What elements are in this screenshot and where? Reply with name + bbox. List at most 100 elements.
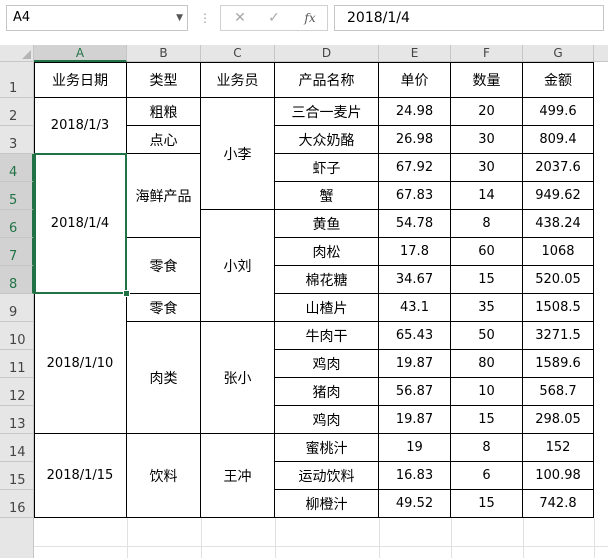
row-header-16[interactable]: 16 — [0, 490, 34, 518]
salesperson-cell[interactable]: 小李 — [201, 98, 275, 210]
header-cell-amount[interactable]: 金额 — [523, 62, 594, 98]
column-header-b[interactable]: B — [127, 45, 201, 62]
amount-cell[interactable]: 809.4 — [523, 126, 594, 154]
amount-cell[interactable]: 298.05 — [523, 406, 594, 434]
price-cell[interactable]: 19.87 — [379, 406, 451, 434]
qty-cell[interactable]: 30 — [451, 126, 523, 154]
row-header-5[interactable]: 5 — [0, 182, 34, 210]
date-cell[interactable]: 2018/1/3 — [34, 98, 127, 154]
qty-cell[interactable]: 14 — [451, 182, 523, 210]
qty-cell[interactable]: 60 — [451, 238, 523, 266]
product-cell[interactable]: 鸡肉 — [275, 350, 379, 378]
header-cell-date[interactable]: 业务日期 — [34, 62, 127, 98]
product-cell[interactable]: 棉花糖 — [275, 266, 379, 294]
price-cell[interactable]: 49.52 — [379, 490, 451, 518]
column-header-a[interactable]: A — [34, 45, 127, 62]
price-cell[interactable]: 19 — [379, 434, 451, 462]
header-cell-qty[interactable]: 数量 — [451, 62, 523, 98]
product-cell[interactable]: 柳橙汁 — [275, 490, 379, 518]
qty-cell[interactable]: 15 — [451, 490, 523, 518]
product-cell[interactable]: 牛肉干 — [275, 322, 379, 350]
amount-cell[interactable]: 1068 — [523, 238, 594, 266]
salesperson-cell[interactable]: 王冲 — [201, 434, 275, 518]
column-header-e[interactable]: E — [379, 45, 451, 62]
date-cell[interactable]: 2018/1/15 — [34, 434, 127, 518]
product-cell[interactable]: 虾子 — [275, 154, 379, 182]
row-header-12[interactable]: 12 — [0, 378, 34, 406]
row-header-6[interactable]: 6 — [0, 210, 34, 238]
header-cell-type[interactable]: 类型 — [127, 62, 201, 98]
price-cell[interactable]: 56.87 — [379, 378, 451, 406]
price-cell[interactable]: 65.43 — [379, 322, 451, 350]
qty-cell[interactable]: 30 — [451, 154, 523, 182]
confirm-icon[interactable]: ✓ — [259, 6, 289, 30]
price-cell[interactable]: 17.8 — [379, 238, 451, 266]
column-header-d[interactable]: D — [275, 45, 379, 62]
row-header-9[interactable]: 9 — [0, 294, 34, 322]
salesperson-cell[interactable]: 小刘 — [201, 210, 275, 322]
price-cell[interactable]: 16.83 — [379, 462, 451, 490]
amount-cell[interactable]: 1589.6 — [523, 350, 594, 378]
product-cell[interactable]: 肉松 — [275, 238, 379, 266]
row-header-13[interactable]: 13 — [0, 406, 34, 434]
type-cell[interactable]: 点心 — [127, 126, 201, 154]
qty-cell[interactable]: 6 — [451, 462, 523, 490]
amount-cell[interactable]: 100.98 — [523, 462, 594, 490]
type-cell[interactable]: 海鲜产品 — [127, 154, 201, 238]
amount-cell[interactable]: 499.6 — [523, 98, 594, 126]
amount-cell[interactable]: 438.24 — [523, 210, 594, 238]
amount-cell[interactable]: 742.8 — [523, 490, 594, 518]
date-cell[interactable]: 2018/1/10 — [34, 294, 127, 434]
column-header-f[interactable]: F — [451, 45, 523, 62]
row-header-3[interactable]: 3 — [0, 126, 34, 154]
amount-cell[interactable]: 3271.5 — [523, 322, 594, 350]
name-box[interactable]: A4 ▼ — [6, 5, 188, 31]
row-header-14[interactable]: 14 — [0, 434, 34, 462]
price-cell[interactable]: 19.87 — [379, 350, 451, 378]
qty-cell[interactable]: 8 — [451, 210, 523, 238]
qty-cell[interactable]: 8 — [451, 434, 523, 462]
formula-input[interactable]: 2018/1/4 — [334, 5, 604, 31]
product-cell[interactable]: 大众奶酪 — [275, 126, 379, 154]
price-cell[interactable]: 67.92 — [379, 154, 451, 182]
type-cell[interactable]: 粗粮 — [127, 98, 201, 126]
qty-cell[interactable]: 15 — [451, 266, 523, 294]
amount-cell[interactable]: 568.7 — [523, 378, 594, 406]
product-cell[interactable]: 蜜桃汁 — [275, 434, 379, 462]
cancel-icon[interactable]: ✕ — [225, 6, 255, 30]
salesperson-cell[interactable]: 张小 — [201, 322, 275, 434]
amount-cell[interactable]: 1508.5 — [523, 294, 594, 322]
row-header-2[interactable]: 2 — [0, 98, 34, 126]
amount-cell[interactable]: 152 — [523, 434, 594, 462]
qty-cell[interactable]: 10 — [451, 378, 523, 406]
product-cell[interactable]: 山楂片 — [275, 294, 379, 322]
header-cell-salesperson[interactable]: 业务员 — [201, 62, 275, 98]
row-header-7[interactable]: 7 — [0, 238, 34, 266]
price-cell[interactable]: 43.1 — [379, 294, 451, 322]
row-header-10[interactable]: 10 — [0, 322, 34, 350]
qty-cell[interactable]: 15 — [451, 406, 523, 434]
qty-cell[interactable]: 80 — [451, 350, 523, 378]
qty-cell[interactable]: 35 — [451, 294, 523, 322]
price-cell[interactable]: 34.67 — [379, 266, 451, 294]
column-header-c[interactable]: C — [201, 45, 275, 62]
row-header-1[interactable]: 1 — [0, 62, 34, 98]
price-cell[interactable]: 54.78 — [379, 210, 451, 238]
date-cell-selected[interactable]: 2018/1/4 — [34, 154, 127, 294]
type-cell[interactable]: 零食 — [127, 238, 201, 294]
header-cell-product[interactable]: 产品名称 — [275, 62, 379, 98]
amount-cell[interactable]: 949.62 — [523, 182, 594, 210]
drag-handle-icon[interactable]: ⋮ — [199, 7, 211, 29]
amount-cell[interactable]: 520.05 — [523, 266, 594, 294]
type-cell[interactable]: 零食 — [127, 294, 201, 322]
select-all-button[interactable] — [0, 45, 34, 62]
chevron-down-icon[interactable]: ▼ — [176, 6, 183, 30]
row-header-15[interactable]: 15 — [0, 462, 34, 490]
header-cell-price[interactable]: 单价 — [379, 62, 451, 98]
row-header-11[interactable]: 11 — [0, 350, 34, 378]
product-cell[interactable]: 三合一麦片 — [275, 98, 379, 126]
type-cell[interactable]: 肉类 — [127, 322, 201, 434]
qty-cell[interactable]: 20 — [451, 98, 523, 126]
row-header-4[interactable]: 4 — [0, 154, 34, 182]
amount-cell[interactable]: 2037.6 — [523, 154, 594, 182]
